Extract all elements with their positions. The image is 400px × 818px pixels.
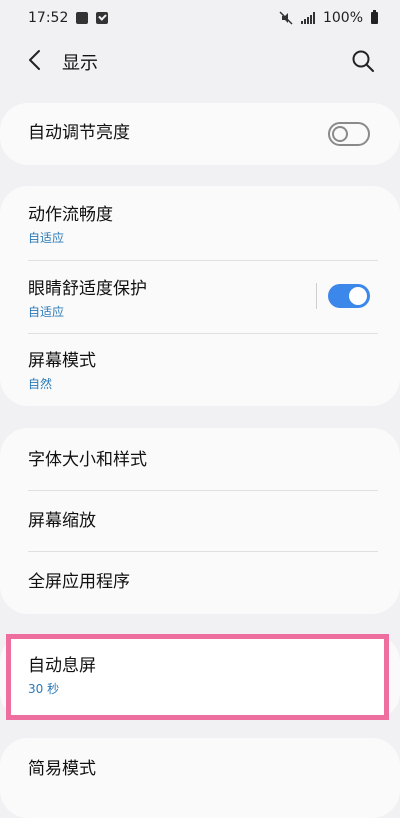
vertical-separator xyxy=(316,283,317,309)
screen-mode-row[interactable]: 屏幕模式 自然 xyxy=(0,350,400,392)
font-size-style-row[interactable]: 字体大小和样式 xyxy=(0,449,400,471)
status-time: 17:52 xyxy=(28,10,69,26)
fullscreen-apps-label: 全屏应用程序 xyxy=(28,572,130,592)
status-right: 100% xyxy=(279,10,378,26)
easy-mode-row[interactable]: 简易模式 xyxy=(0,758,400,780)
divider xyxy=(28,333,378,334)
page-title: 显示 xyxy=(62,53,98,74)
status-left: 17:52 xyxy=(28,10,109,26)
check-icon xyxy=(96,12,109,24)
screen-mode-label: 屏幕模式 xyxy=(28,351,96,371)
screen-mode-value: 自然 xyxy=(28,377,53,391)
image-icon xyxy=(76,12,89,24)
motion-smoothness-value: 自适应 xyxy=(28,231,65,245)
divider xyxy=(28,490,378,491)
screen-timeout-row[interactable]: 自动息屏 30 秒 xyxy=(0,655,400,697)
mute-icon xyxy=(279,11,293,25)
motion-smoothness-row[interactable]: 动作流畅度 自适应 xyxy=(0,204,400,246)
fullscreen-apps-row[interactable]: 全屏应用程序 xyxy=(0,571,400,593)
divider xyxy=(28,260,378,261)
screen-zoom-label: 屏幕缩放 xyxy=(28,511,96,531)
eye-comfort-toggle[interactable] xyxy=(328,284,370,308)
screen-timeout-label: 自动息屏 xyxy=(28,656,96,676)
signal-icon xyxy=(300,12,315,24)
search-icon[interactable] xyxy=(350,48,376,74)
screen-zoom-row[interactable]: 屏幕缩放 xyxy=(0,510,400,532)
screen-timeout-value: 30 秒 xyxy=(28,682,60,696)
font-size-style-label: 字体大小和样式 xyxy=(28,450,147,470)
status-bar: 17:52 100% xyxy=(0,0,400,36)
back-icon[interactable] xyxy=(24,48,48,72)
easy-mode-label: 简易模式 xyxy=(28,759,96,779)
battery-icon xyxy=(371,10,378,24)
motion-smoothness-label: 动作流畅度 xyxy=(28,205,113,225)
auto-brightness-toggle[interactable] xyxy=(328,122,370,146)
battery-percent: 100% xyxy=(322,10,363,26)
app-header: 显示 xyxy=(0,36,400,88)
divider xyxy=(28,551,378,552)
